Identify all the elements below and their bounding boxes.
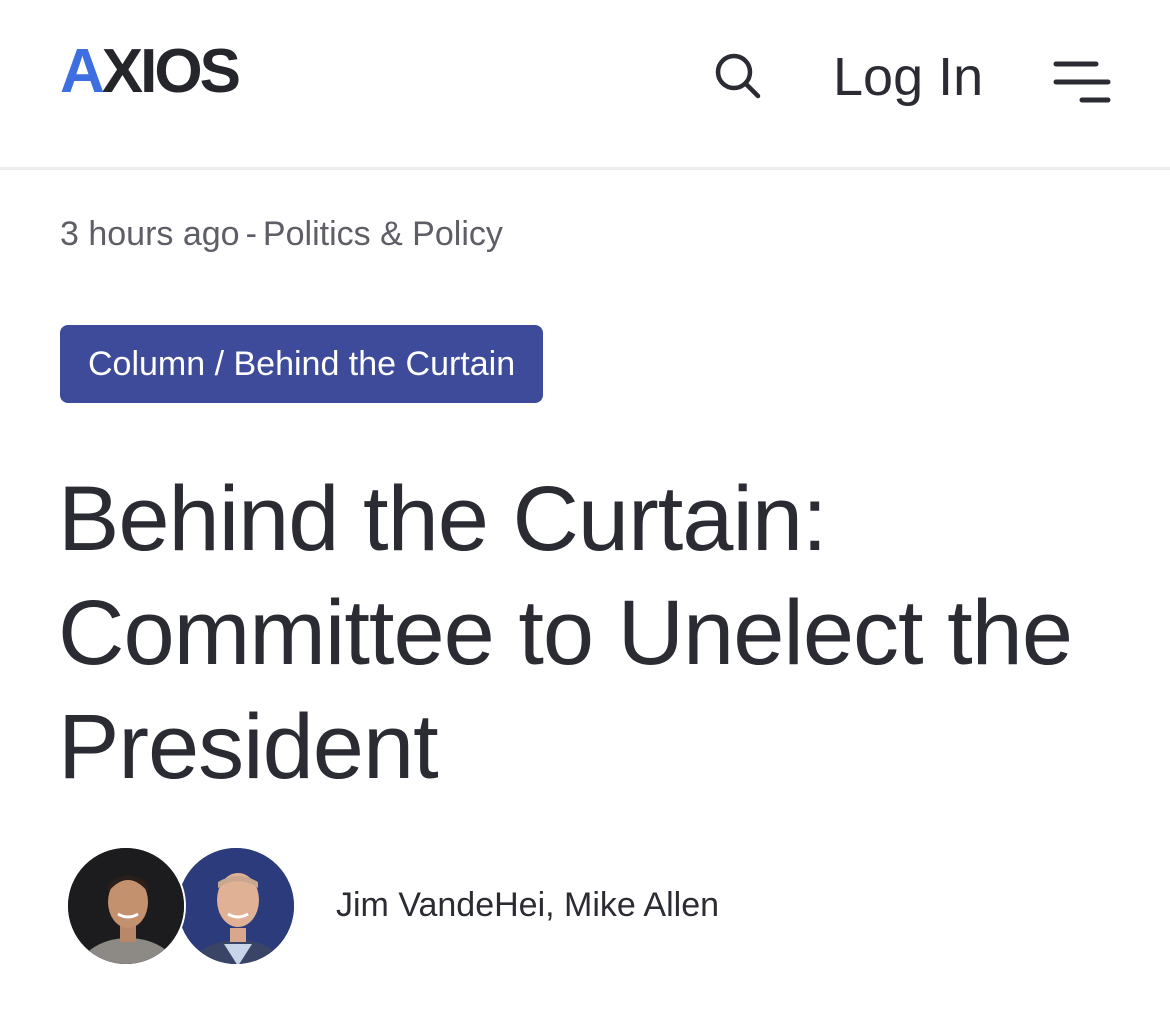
author-link[interactable]: Jim VandeHei (336, 886, 545, 924)
axios-logo[interactable]: AXIOS (60, 37, 241, 106)
site-header: AXIOS Log In (0, 0, 1170, 170)
article-headline: Behind the Curtain: Committee to Unelect… (58, 468, 1073, 798)
login-link[interactable]: Log In (833, 47, 983, 107)
column-tag[interactable]: Column / Behind the Curtain (60, 325, 544, 403)
logo-text: AXIOS (60, 37, 241, 106)
menu-icon (1053, 61, 1111, 103)
menu-button[interactable] (1052, 56, 1112, 108)
author-photo-icon (68, 848, 184, 964)
author-link[interactable]: Mike Allen (564, 886, 719, 924)
search-button[interactable] (712, 50, 764, 102)
article-meta: 3 hours ago - Politics & Policy (60, 214, 503, 255)
category-link[interactable]: Politics & Policy (263, 215, 503, 253)
avatar-mike-allen[interactable] (176, 846, 296, 966)
author-photo-icon (178, 848, 294, 964)
byline: Jim VandeHei, Mike Allen (336, 886, 719, 925)
timestamp: 3 hours ago (60, 215, 240, 253)
author-separator: , (545, 886, 565, 924)
avatar-jim-vandehei[interactable] (66, 846, 186, 966)
meta-separator: - (245, 215, 257, 253)
author-avatars (66, 846, 296, 968)
search-icon (715, 53, 761, 99)
logo-rest: XIOS (101, 37, 241, 106)
logo-first-letter: A (60, 37, 105, 106)
